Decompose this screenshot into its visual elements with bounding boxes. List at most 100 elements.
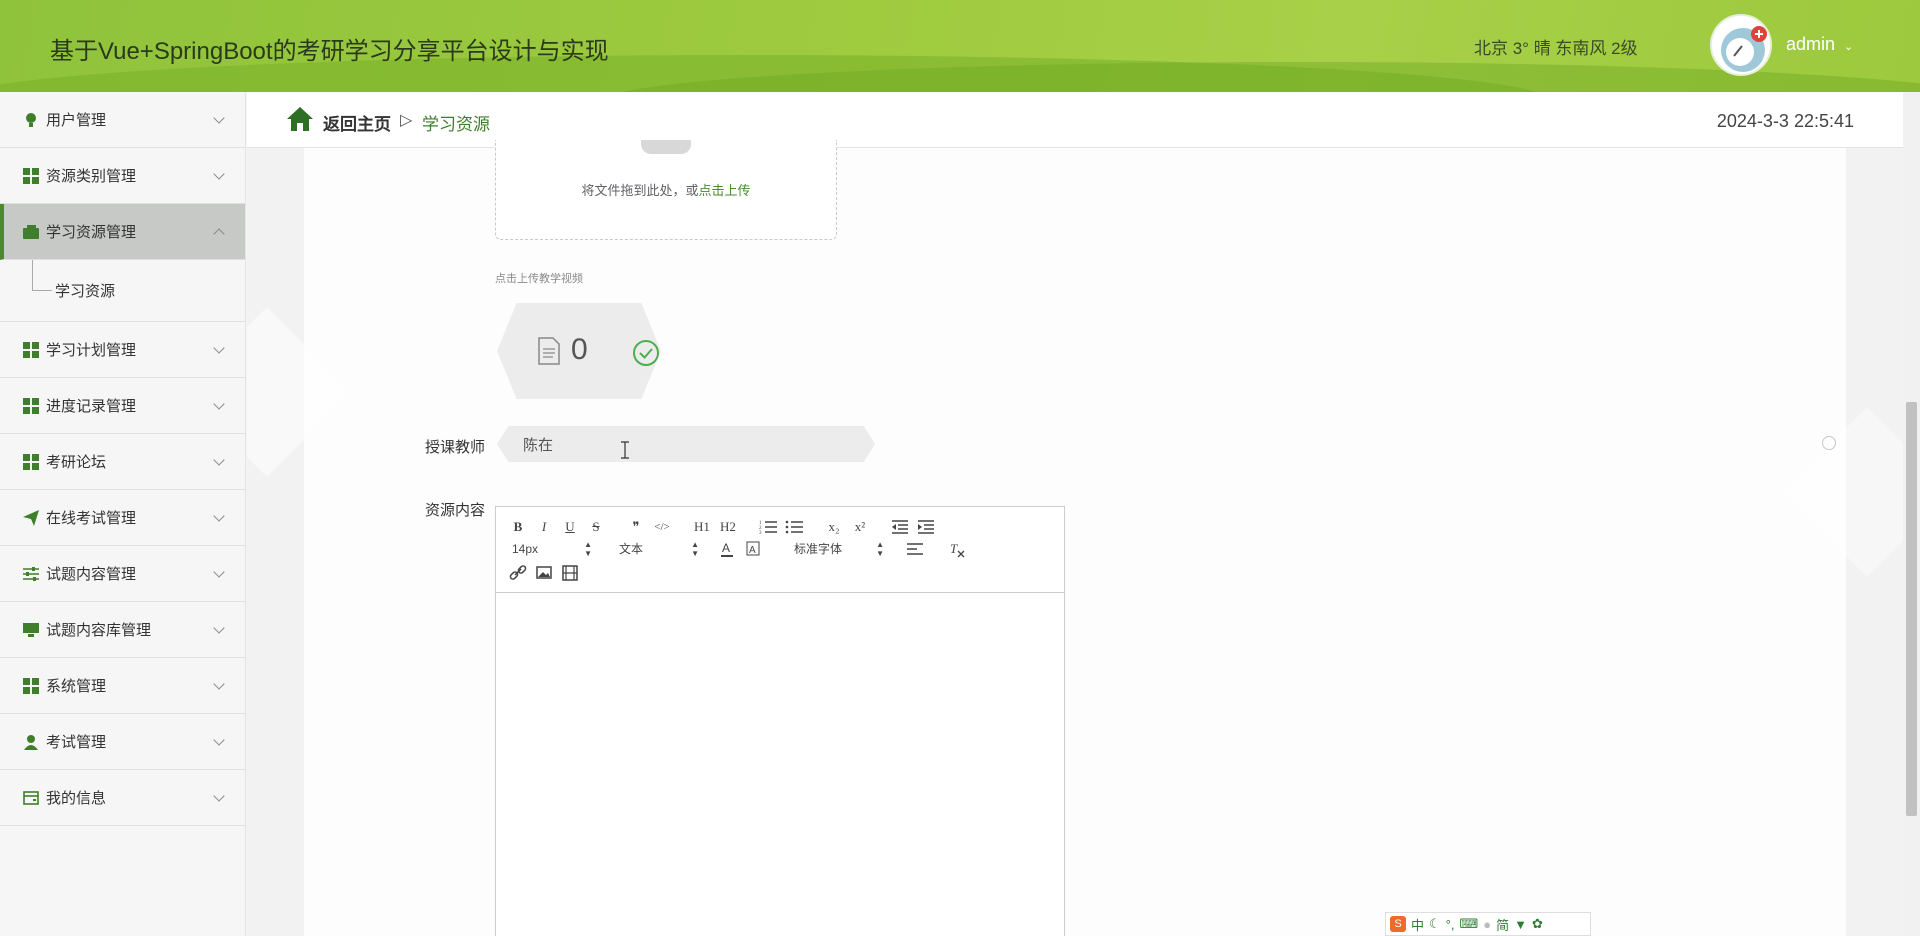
gear-icon[interactable]: ✿ [1532,916,1543,932]
teacher-input[interactable] [523,426,853,462]
punctuation-icon[interactable]: °, [1446,917,1455,932]
tree-connector [32,260,52,291]
code-block-button[interactable]: </> [651,517,673,537]
outdent-icon[interactable] [889,517,911,537]
grid-icon [22,677,40,695]
sidebar-item-label: 考试管理 [46,734,107,751]
sidebar-item-system[interactable]: 系统管理 [0,658,245,714]
image-icon[interactable] [533,563,555,583]
home-icon[interactable] [286,106,314,132]
align-icon[interactable] [904,539,926,559]
breadcrumb-home-link[interactable]: 返回主页 [323,110,391,135]
current-time: 2024-3-3 22:5:41 [1716,111,1854,131]
app-title: 基于Vue+SpringBoot的考研学习分享平台设计与实现 [50,38,609,65]
chevron-down-icon [213,510,225,522]
sidebar-item-forum[interactable]: 考研论坛 [0,434,245,490]
username-label: admin [1786,34,1836,54]
sidebar-subitem-learning-resource[interactable]: 学习资源 [0,260,245,322]
grid-icon [22,453,40,471]
font-size-value: 14px [512,542,539,556]
uploaded-file-card[interactable]: 0 [497,303,661,399]
ordered-list-icon[interactable]: 123 [757,517,779,537]
page-scrollbar[interactable] [1903,92,1920,936]
sidebar-item-label: 用户管理 [46,112,107,129]
underline-button[interactable]: U [559,517,581,537]
chevron-down-icon: ⌄ [1844,41,1854,53]
sidebar-item-label: 试题内容管理 [46,566,137,583]
clear-icon[interactable] [1822,436,1836,450]
sidebar-item-progress-record[interactable]: 进度记录管理 [0,378,245,434]
italic-button[interactable]: I [533,517,555,537]
block-type-select[interactable]: 文本 ▲ ▼ [619,540,699,558]
chevron-down-icon [213,790,225,802]
chevron-down-icon [213,342,225,354]
sidebar-item-exam-management[interactable]: 考试管理 [0,714,245,770]
scrollbar-thumb[interactable] [1906,402,1917,816]
sidebar-item-label: 学习计划管理 [46,342,137,359]
text-cursor-icon [621,441,629,459]
select-arrows-icon: ▲ ▼ [691,540,699,558]
video-upload-hint: 点击上传教学视频 [495,273,583,285]
sidebar-item-label: 学习资源管理 [46,224,137,241]
chevron-down-icon [213,454,225,466]
font-family-select[interactable]: 标准字体 ▲ ▼ [794,540,884,558]
keyboard-icon[interactable]: ⌨ [1459,916,1478,932]
block-type-value: 文本 [619,542,644,556]
sidebar-item-user-management[interactable]: 用户管理 [0,92,245,148]
send-icon [22,509,40,527]
grid-icon [22,167,40,185]
ime-logo-icon: S [1390,916,1406,932]
user-icon[interactable]: ● [1483,917,1491,932]
top-header: 基于Vue+SpringBoot的考研学习分享平台设计与实现 北京 3° 晴 东… [0,0,1920,92]
blockquote-button[interactable]: ❞ [625,517,647,537]
font-size-select[interactable]: 14px ▲ ▼ [512,540,592,558]
sidebar-item-label: 系统管理 [46,678,107,695]
clear-format-icon[interactable]: T [946,539,968,559]
subscript-button[interactable]: x₂ [823,517,845,537]
sidebar-item-online-exam[interactable]: 在线考试管理 [0,490,245,546]
font-family-value: 标准字体 [794,542,843,556]
card-icon [22,789,40,807]
grid-icon [22,397,40,415]
chevron-down-icon [213,398,225,410]
sidebar-item-question-bank[interactable]: 试题内容库管理 [0,602,245,658]
ime-toolbar[interactable]: S 中 ☾ °, ⌨ ● 简 ▼ ✿ [1385,912,1591,936]
select-arrows-icon: ▲ ▼ [876,540,884,558]
superscript-button[interactable]: x² [849,517,871,537]
sliders-icon [22,565,40,583]
shirt-icon[interactable]: ▼ [1514,917,1527,932]
chevron-down-icon [213,168,225,180]
sidebar-item-learning-resource[interactable]: 学习资源管理 [0,204,245,260]
user-menu[interactable]: admin ⌄ [1786,34,1853,55]
text-color-icon[interactable]: A [716,539,738,559]
background-color-icon[interactable]: A [742,539,764,559]
ime-language[interactable]: 中 [1411,915,1424,934]
sidebar-item-question-content[interactable]: 试题内容管理 [0,546,245,602]
sidebar-item-resource-category[interactable]: 资源类别管理 [0,148,245,204]
grid-icon [22,341,40,359]
sidebar-item-study-plan[interactable]: 学习计划管理 [0,322,245,378]
upload-tip-text: 将文件拖到此处，或 [581,183,699,198]
svg-text:A: A [722,541,730,555]
strike-button[interactable]: S [585,517,607,537]
rich-text-editor: B I U S ❞ </> H1 H2 123 x₂ x² 14px ▲ ▼ 文本… [495,506,1065,936]
avatar[interactable] [1710,14,1772,76]
sidebar-item-label: 在线考试管理 [46,510,137,527]
header2-button[interactable]: H2 [717,517,739,537]
link-icon[interactable] [507,563,529,583]
indent-icon[interactable] [915,517,937,537]
video-icon[interactable] [559,563,581,583]
upload-dropzone[interactable]: 将文件拖到此处，或点击上传 [495,140,837,240]
bold-button[interactable]: B [507,517,529,537]
editor-body[interactable] [496,593,1064,936]
weather-widget: 北京 3° 晴 东南风 2级 [1474,39,1638,58]
ime-mode[interactable]: 简 [1496,915,1509,934]
moon-icon[interactable]: ☾ [1429,916,1441,932]
sidebar-item-my-info[interactable]: 我的信息 [0,770,245,826]
sidebar-item-label: 进度记录管理 [46,398,137,415]
upload-link[interactable]: 点击上传 [699,183,751,198]
sidebar-item-label: 考研论坛 [46,454,107,471]
content-label: 资源内容 [424,502,485,519]
bullet-list-icon[interactable] [783,517,805,537]
header1-button[interactable]: H1 [691,517,713,537]
